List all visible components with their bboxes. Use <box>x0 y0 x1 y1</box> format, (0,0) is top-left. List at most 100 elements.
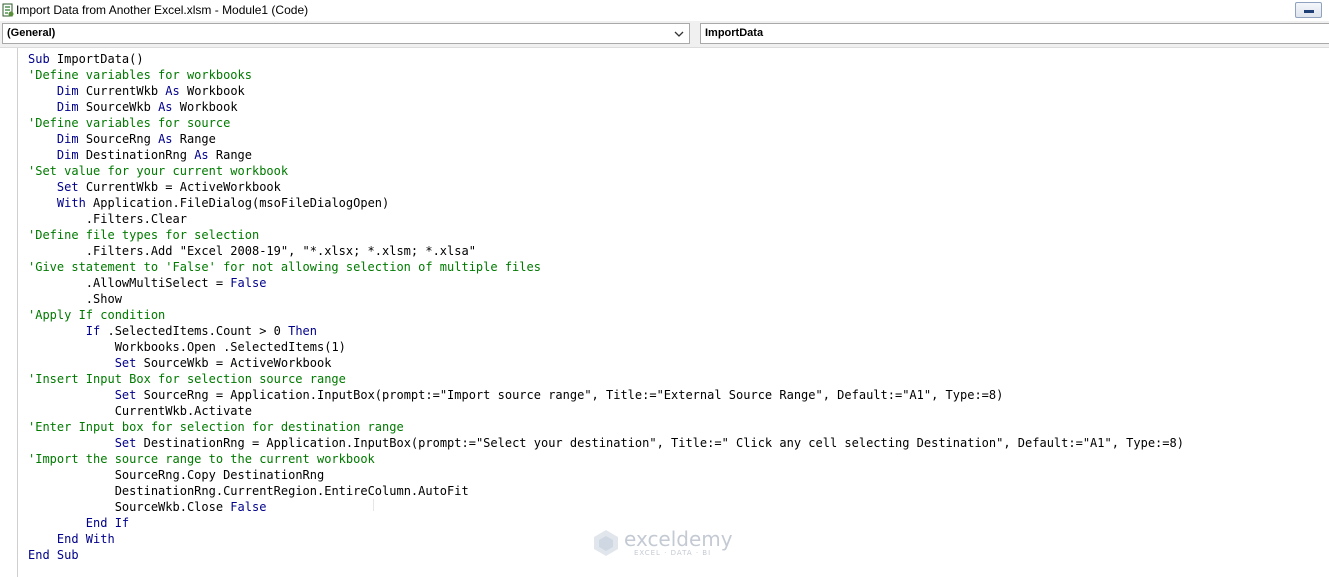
code-token: .AllowMultiSelect = <box>85 276 231 290</box>
code-line[interactable]: If .SelectedItems.Count > 0 Then <box>28 323 1184 339</box>
restore-button[interactable] <box>1295 2 1322 18</box>
code-line[interactable]: 'Define variables for workbooks <box>28 67 1184 83</box>
code-line[interactable]: SourceRng.Copy DestinationRng <box>28 467 1184 483</box>
code-token: SourceWkb.Close <box>114 500 231 514</box>
code-comment: 'Import the source range to the current … <box>28 452 375 466</box>
code-token: Workbooks.Open .SelectedItems(1) <box>114 340 346 354</box>
chevron-down-icon[interactable] <box>672 27 686 41</box>
combo-row: (General) ImportData <box>0 21 1329 47</box>
margin-indicator-bar[interactable] <box>0 48 18 577</box>
code-token: DestinationRng <box>78 148 195 162</box>
code-keyword: As <box>158 132 173 146</box>
code-line[interactable]: DestinationRng.CurrentRegion.EntireColum… <box>28 483 1184 499</box>
code-keyword: As <box>194 148 209 162</box>
code-line[interactable]: Sub ImportData() <box>28 51 1184 67</box>
code-line[interactable]: .Filters.Clear <box>28 211 1184 227</box>
code-line[interactable]: .AllowMultiSelect = False <box>28 275 1184 291</box>
code-line[interactable]: Dim DestinationRng As Range <box>28 147 1184 163</box>
code-line[interactable]: 'Enter Input box for selection for desti… <box>28 419 1184 435</box>
code-token: .SelectedItems.Count > 0 <box>100 324 289 338</box>
code-comment: 'Define file types for selection <box>28 228 260 242</box>
code-keyword: False <box>230 276 267 290</box>
code-token: Workbook <box>179 84 245 98</box>
code-comment: 'Set value for your current workbook <box>28 164 289 178</box>
code-line[interactable]: CurrentWkb.Activate <box>28 403 1184 419</box>
code-comment: 'Enter Input box for selection for desti… <box>28 420 404 434</box>
code-token: CurrentWkb <box>78 84 166 98</box>
code-line[interactable]: 'Insert Input Box for selection source r… <box>28 371 1184 387</box>
code-keyword: Dim <box>56 84 79 98</box>
window-title: Import Data from Another Excel.xlsm - Mo… <box>16 3 309 17</box>
code-keyword: False <box>230 500 267 514</box>
code-token: SourceRng <box>78 132 159 146</box>
code-keyword: Sub <box>28 52 50 66</box>
code-keyword: Set <box>114 436 137 450</box>
code-keyword: End Sub <box>28 548 79 562</box>
code-line[interactable]: .Show <box>28 291 1184 307</box>
code-keyword: If <box>85 324 101 338</box>
procedure-dropdown-value: ImportData <box>705 27 764 39</box>
watermark-name: exceldemy <box>624 527 733 551</box>
code-comment: 'Apply If condition <box>28 308 166 322</box>
code-line[interactable]: 'Set value for your current workbook <box>28 163 1184 179</box>
code-token: ImportData() <box>49 52 144 66</box>
code-line[interactable]: With Application.FileDialog(msoFileDialo… <box>28 195 1184 211</box>
code-comment: 'Give statement to 'False' for not allow… <box>28 260 541 274</box>
code-editor[interactable]: Sub ImportData() 'Define variables for wo… <box>0 47 1329 577</box>
code-line[interactable]: Workbooks.Open .SelectedItems(1) <box>28 339 1184 355</box>
code-line[interactable]: Set SourceRng = Application.InputBox(pro… <box>28 387 1184 403</box>
title-bar: Import Data from Another Excel.xlsm - Mo… <box>0 0 1329 22</box>
code-token: CurrentWkb = ActiveWorkbook <box>78 180 281 194</box>
code-token: .Filters.Clear <box>85 212 187 226</box>
code-keyword: Dim <box>56 100 79 114</box>
code-line[interactable]: Dim SourceWkb As Workbook <box>28 99 1184 115</box>
code-line[interactable]: Set DestinationRng = Application.InputBo… <box>28 435 1184 451</box>
code-line[interactable]: Set SourceWkb = ActiveWorkbook <box>28 355 1184 371</box>
code-line[interactable]: 'Import the source range to the current … <box>28 451 1184 467</box>
code-token: SourceWkb <box>78 100 159 114</box>
code-keyword: End If <box>85 516 130 530</box>
code-comment: 'Define variables for workbooks <box>28 68 252 82</box>
code-keyword: Set <box>56 180 79 194</box>
code-keyword: Set <box>114 356 137 370</box>
code-token: Range <box>208 148 252 162</box>
minimize-bar-icon <box>1304 10 1314 13</box>
code-token: CurrentWkb.Activate <box>114 404 252 418</box>
code-line[interactable]: Dim CurrentWkb As Workbook <box>28 83 1184 99</box>
code-comment: 'Insert Input Box for selection source r… <box>28 372 346 386</box>
object-dropdown[interactable]: (General) <box>2 23 690 44</box>
code-keyword: Dim <box>56 132 79 146</box>
procedure-dropdown[interactable]: ImportData <box>700 23 1329 44</box>
code-line[interactable]: 'Apply If condition <box>28 307 1184 323</box>
code-line[interactable]: Set CurrentWkb = ActiveWorkbook <box>28 179 1184 195</box>
code-token: Range <box>172 132 216 146</box>
code-line[interactable]: 'Define variables for source <box>28 115 1184 131</box>
code-line[interactable]: 'Define file types for selection <box>28 227 1184 243</box>
code-token: DestinationRng = Application.InputBox(pr… <box>136 436 1184 450</box>
code-line[interactable]: Dim SourceRng As Range <box>28 131 1184 147</box>
code-token: .Show <box>85 292 122 306</box>
code-keyword: Then <box>288 324 317 338</box>
code-line[interactable]: SourceWkb.Close False <box>28 499 1184 515</box>
code-token: SourceWkb = ActiveWorkbook <box>136 356 332 370</box>
code-line[interactable]: .Filters.Add "Excel 2008-19", "*.xlsx; *… <box>28 243 1184 259</box>
code-text[interactable]: Sub ImportData() 'Define variables for wo… <box>28 51 1184 563</box>
code-token: Workbook <box>172 100 238 114</box>
code-keyword: End With <box>56 532 115 546</box>
code-line[interactable]: 'Give statement to 'False' for not allow… <box>28 259 1184 275</box>
